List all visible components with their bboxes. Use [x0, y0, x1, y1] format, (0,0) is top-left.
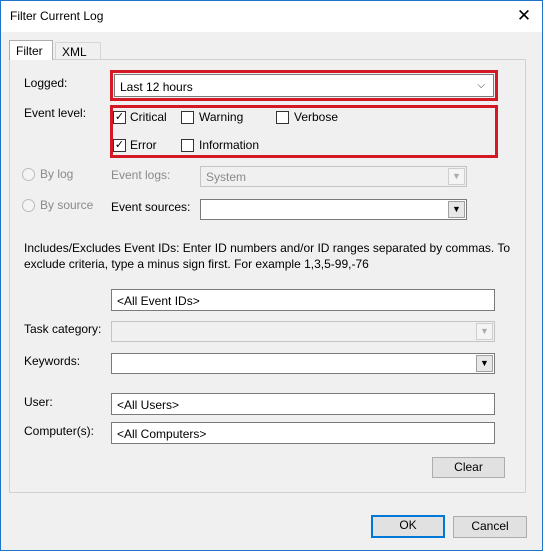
event-ids-value: <All Event IDs> — [117, 294, 200, 308]
filter-dialog: Filter Current Log ✕ Filter XML Logged: … — [0, 0, 543, 551]
task-category-dropdown[interactable]: ▼ — [111, 321, 495, 342]
error-label: Error — [130, 138, 157, 152]
cancel-button[interactable]: Cancel — [453, 516, 527, 538]
critical-label: Critical — [130, 110, 167, 124]
critical-checkbox[interactable]: ✓ — [113, 111, 126, 124]
ok-button[interactable]: OK — [371, 515, 445, 538]
user-input[interactable]: <All Users> — [111, 393, 495, 415]
keywords-label: Keywords: — [24, 354, 81, 368]
event-logs-dropdown[interactable]: System ▼ — [200, 166, 467, 187]
event-ids-help-text: Includes/Excludes Event IDs: Enter ID nu… — [24, 241, 511, 271]
tab-xml[interactable]: XML — [55, 42, 101, 60]
task-category-label: Task category: — [24, 322, 102, 336]
error-checkbox[interactable]: ✓ — [113, 139, 126, 152]
event-sources-dropdown[interactable]: ▼ — [200, 199, 467, 220]
filter-panel: Logged: Last 12 hours ⌵ Event level: ✓ C… — [9, 59, 526, 493]
verbose-checkbox[interactable] — [276, 111, 289, 124]
chevron-down-icon: ⌵ — [477, 80, 485, 91]
event-logs-label: Event logs: — [111, 168, 171, 182]
chevron-down-icon: ▼ — [476, 323, 493, 340]
chevron-down-icon: ▼ — [448, 168, 465, 185]
computers-label: Computer(s): — [24, 424, 95, 438]
event-level-label: Event level: — [24, 106, 87, 120]
information-checkbox[interactable] — [181, 139, 194, 152]
by-log-label: By log — [40, 167, 74, 181]
user-value: <All Users> — [117, 398, 180, 412]
dialog-title: Filter Current Log — [10, 9, 104, 23]
verbose-label: Verbose — [294, 110, 339, 124]
logged-value: Last 12 hours — [120, 80, 193, 94]
chevron-down-icon: ▼ — [448, 201, 465, 218]
tab-filter[interactable]: Filter — [9, 40, 53, 60]
event-ids-input[interactable]: <All Event IDs> — [111, 289, 495, 311]
by-log-radio[interactable] — [22, 168, 35, 181]
title-bar: Filter Current Log ✕ — [1, 1, 542, 32]
clear-button[interactable]: Clear — [432, 457, 505, 478]
logged-label: Logged: — [24, 76, 68, 90]
chevron-down-icon: ▼ — [476, 355, 493, 372]
close-icon[interactable]: ✕ — [512, 5, 536, 27]
keywords-dropdown[interactable]: ▼ — [111, 353, 495, 374]
logged-dropdown[interactable]: Last 12 hours ⌵ — [114, 74, 494, 97]
computers-input[interactable]: <All Computers> — [111, 422, 495, 444]
warning-label: Warning — [199, 110, 244, 124]
by-source-radio[interactable] — [22, 199, 35, 212]
information-label: Information — [199, 138, 260, 152]
check-icon: ✓ — [114, 111, 125, 123]
computers-value: <All Computers> — [117, 427, 207, 441]
user-label: User: — [24, 395, 53, 409]
check-icon: ✓ — [114, 139, 125, 151]
warning-checkbox[interactable] — [181, 111, 194, 124]
by-source-label: By source — [40, 198, 94, 212]
event-logs-value: System — [206, 170, 247, 184]
event-sources-label: Event sources: — [111, 200, 191, 214]
